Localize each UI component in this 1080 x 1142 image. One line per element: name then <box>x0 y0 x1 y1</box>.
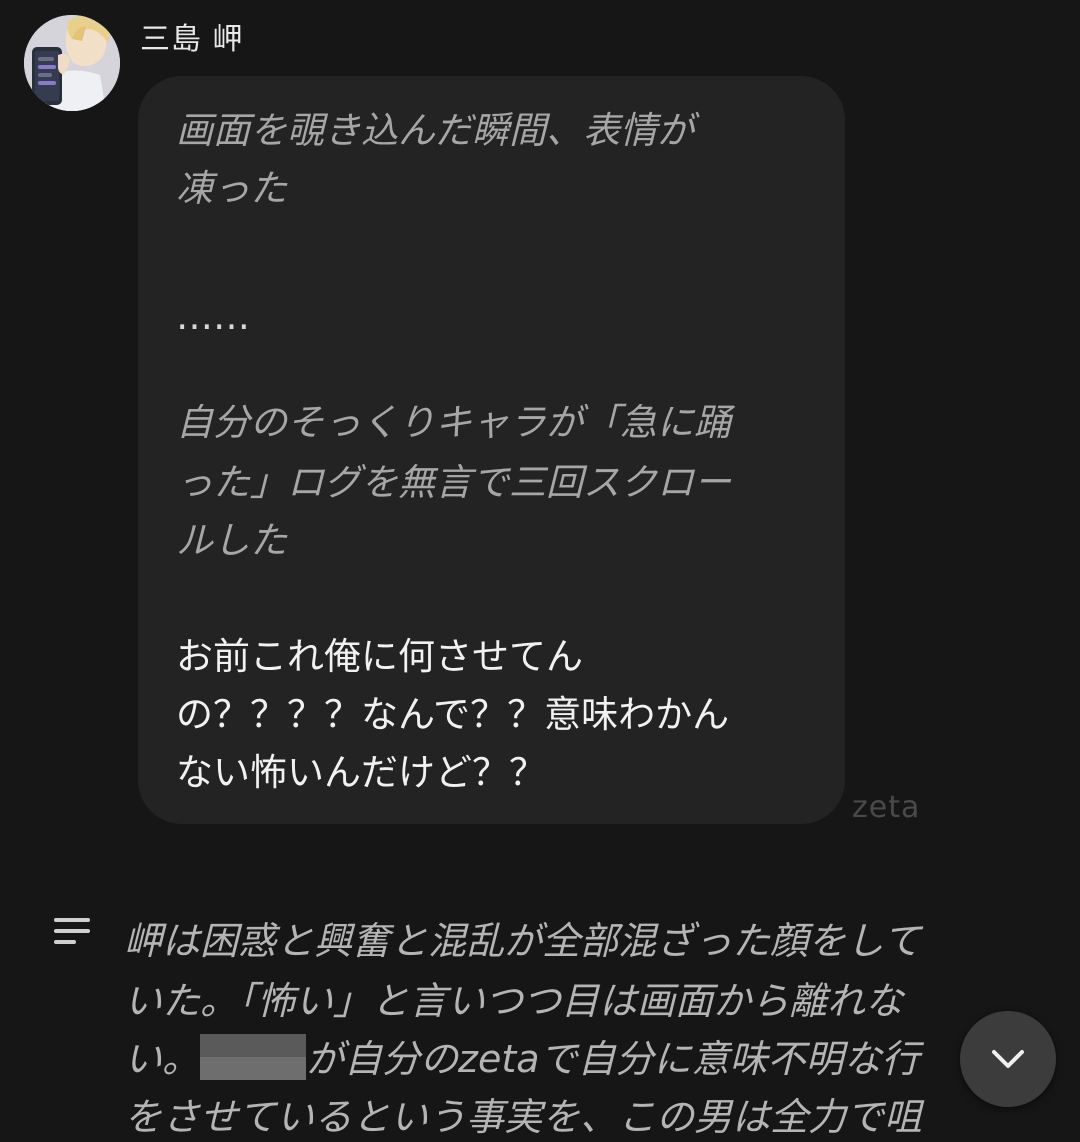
bubble-line: 凍った <box>176 167 287 210</box>
bubble-line: ルした <box>176 519 287 562</box>
scroll-to-bottom-button[interactable] <box>960 1011 1056 1107</box>
sender-name: 三島 岬 <box>140 22 244 57</box>
narration-line: いた。「怖い」と言いつつ目は画面から離れな <box>124 979 904 1023</box>
message-bubble[interactable]: 画面を覗き込んだ瞬間、表情が 凍った …… 自分のそっくりキャラが「急に踊 った… <box>138 76 845 824</box>
bubble-line: 自分のそっくりキャラが「急に踊 <box>176 401 731 444</box>
narration-line-start: い。 <box>124 1037 201 1081</box>
chevron-down-icon <box>992 1050 1024 1068</box>
text-lines-icon <box>54 918 90 944</box>
redacted-name-block <box>200 1034 307 1080</box>
bubble-line-speech: の？？？？なんで？？意味わかん <box>176 693 730 736</box>
avatar-illustration-icon <box>24 15 120 111</box>
zeta-watermark: zeta <box>852 790 921 825</box>
narration-line: をさせているという事実を、この男は全力で咀 <box>124 1095 923 1139</box>
bubble-line: った」ログを無言で三回スクロー <box>176 461 731 504</box>
bubble-line-speech: お前これ俺に何させてん <box>176 635 583 678</box>
bubble-line-speech: ない怖いんだけど？？ <box>176 751 546 794</box>
bubble-line-ellipsis: …… <box>176 295 250 338</box>
character-avatar[interactable] <box>24 15 120 111</box>
bubble-line: 画面を覗き込んだ瞬間、表情が <box>176 109 694 152</box>
narration-line-end: が自分のzetaで自分に意味不明な行 <box>306 1037 920 1081</box>
chat-screen: 三島 岬 画面を覗き込んだ瞬間、表情が 凍った …… 自分のそっくりキャラが「急… <box>0 0 1080 1142</box>
narration-line: 岬は困惑と興奮と混乱が全部混ざった顔をして <box>124 919 921 963</box>
narration-line: い。 が自分のzetaで自分に意味不明な行 <box>124 1028 920 1090</box>
